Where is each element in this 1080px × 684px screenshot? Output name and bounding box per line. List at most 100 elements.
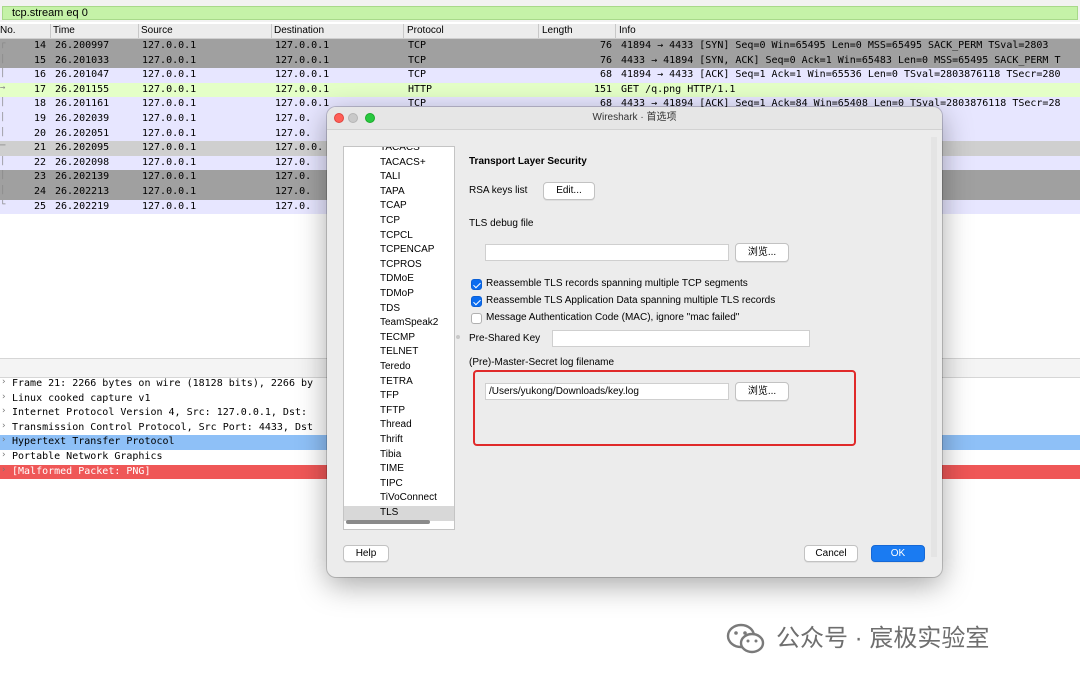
pre-shared-key-input[interactable]: [552, 330, 810, 347]
protocol-item[interactable]: TFTP: [344, 404, 454, 419]
protocol-item-label: TACACS+: [380, 156, 426, 168]
detail-text: Portable Network Graphics: [12, 451, 163, 462]
protocol-item-label: TCAP: [380, 200, 407, 212]
protocol-item[interactable]: TIME: [344, 462, 454, 477]
protocol-item-label: TDMoP: [380, 288, 414, 299]
protocol-item[interactable]: TiVoConnect: [344, 491, 454, 506]
expand-arrow-icon[interactable]: ›: [1, 435, 6, 445]
packet-row[interactable]: ┌ 14 26.200997 127.0.0.1 127.0.0.1 TCP 76 41894…: [0, 39, 1080, 54]
protocol-item[interactable]: Tibia: [344, 448, 454, 463]
column-time[interactable]: Time: [53, 25, 75, 36]
packet-time: 26.202098: [55, 156, 110, 168]
protocol-item-label: Thrift: [380, 434, 403, 445]
packet-source: 127.0.0.1: [142, 186, 197, 197]
expand-arrow-icon[interactable]: ›: [1, 421, 6, 431]
expand-arrow-icon[interactable]: ›: [1, 392, 6, 402]
packet-time: 26.201033: [55, 54, 110, 66]
watermark-text: 公众号 · 宸极实验室: [776, 625, 990, 652]
rsa-keys-edit-button[interactable]: Edit...: [543, 182, 595, 200]
protocol-item[interactable]: TeamSpeak2: [344, 316, 454, 331]
packet-info: 4433 → 41894 [SYN, ACK] Seq=0 Ack=1 Win=…: [621, 54, 1061, 66]
cancel-button[interactable]: Cancel: [804, 545, 858, 562]
tls-debug-browse-button[interactable]: 浏览...: [735, 243, 789, 262]
packet-protocol: TCP: [408, 54, 427, 66]
column-source[interactable]: Source: [141, 25, 173, 36]
packet-time: 26.202219: [55, 200, 110, 212]
packet-destination: 127.0.: [275, 127, 312, 139]
packet-destination: 127.0.0.1: [275, 54, 330, 66]
packet-source: 127.0.0.1: [142, 69, 197, 81]
protocol-item[interactable]: TCPCL: [344, 229, 454, 244]
protocol-item[interactable]: Thrift: [344, 433, 454, 448]
packet-protocol: TCP: [408, 40, 427, 51]
protocol-item[interactable]: TDMoE: [344, 272, 454, 287]
protocol-item[interactable]: TLS: [344, 506, 454, 521]
column-length[interactable]: Length: [542, 25, 573, 36]
protocol-item[interactable]: TACACS+: [344, 156, 454, 171]
protocol-item[interactable]: TCAP: [344, 199, 454, 214]
tls-debug-file-input[interactable]: [485, 244, 729, 261]
protocol-item-label: TDMoE: [380, 273, 414, 285]
packet-row[interactable]: │ 16 26.201047 127.0.0.1 127.0.0.1 TCP 68 41894…: [0, 68, 1080, 83]
protocol-tree[interactable]: TACACS TACACS+ TALI TAPA TCAP TCP TCPCL TCPENCA…: [343, 146, 455, 530]
protocol-item[interactable]: Thread: [344, 418, 454, 433]
protocol-item[interactable]: TDMoP: [344, 287, 454, 302]
protocol-item[interactable]: Teredo: [344, 360, 454, 375]
protocol-item[interactable]: TAPA: [344, 185, 454, 200]
packet-no: 18: [33, 98, 46, 110]
master-secret-label: (Pre)-Master-Secret log filename: [469, 357, 615, 368]
detail-text: Linux cooked capture v1: [12, 392, 151, 404]
protocol-item[interactable]: TDS: [344, 302, 454, 317]
reassemble-app-data-checkbox[interactable]: [471, 296, 482, 307]
packet-destination: 127.0.0.1: [275, 83, 330, 95]
reassemble-tcp-checkbox[interactable]: [471, 279, 482, 290]
column-destination[interactable]: Destination: [274, 25, 324, 36]
protocol-item[interactable]: TETRA: [344, 375, 454, 390]
panel-scrollbar[interactable]: [931, 137, 937, 557]
packet-source: 127.0.0.1: [142, 127, 197, 139]
expand-arrow-icon[interactable]: ›: [1, 450, 6, 460]
packet-destination: 127.0.: [275, 171, 312, 183]
protocol-item-label: TLS: [380, 507, 399, 518]
packet-source: 127.0.0.1: [142, 171, 197, 183]
ok-button[interactable]: OK: [871, 545, 925, 562]
protocol-tree-hscrollbar[interactable]: [346, 520, 430, 524]
packet-time: 26.202095: [55, 142, 110, 154]
packet-destination: 127.0.: [275, 200, 312, 212]
expand-arrow-icon[interactable]: ›: [1, 377, 6, 387]
packet-row[interactable]: → 17 26.201155 127.0.0.1 127.0.0.1 HTTP 151 GET…: [0, 82, 1080, 98]
packet-info: 41894 → 4433 [SYN] Seq=0 Win=65495 Len=0…: [621, 40, 1049, 51]
packet-info: 41894 → 4433 [ACK] Seq=1 Ack=1 Win=65536…: [621, 69, 1061, 81]
help-button[interactable]: Help: [343, 545, 389, 562]
packet-row[interactable]: │ 15 26.201033 127.0.0.1 127.0.0.1 TCP 76 4433 …: [0, 53, 1080, 69]
packet-destination: 127.0.0.1: [275, 40, 330, 51]
packet-length: 76: [599, 54, 612, 66]
column-protocol[interactable]: Protocol: [407, 25, 444, 36]
protocol-item[interactable]: TCPROS: [344, 258, 454, 273]
packet-no: 21: [33, 142, 46, 154]
packet-time: 26.202039: [55, 113, 110, 124]
protocol-item[interactable]: TFP: [344, 389, 454, 404]
protocol-item[interactable]: TECMP: [344, 331, 454, 346]
display-filter-input[interactable]: tcp.stream eq 0: [2, 6, 1078, 20]
column-no[interactable]: No.: [0, 25, 16, 36]
close-window-icon[interactable]: [334, 113, 344, 123]
expand-arrow-icon[interactable]: ›: [1, 465, 6, 475]
packet-no: 19: [33, 113, 46, 124]
protocol-item[interactable]: TALI: [344, 170, 454, 185]
mac-ignore-checkbox[interactable]: [471, 313, 482, 324]
protocol-item-label: TFP: [380, 390, 399, 402]
expand-arrow-icon[interactable]: ›: [1, 406, 6, 416]
protocol-item[interactable]: TIPC: [344, 477, 454, 492]
mac-ignore-label: Message Authentication Code (MAC), ignor…: [486, 312, 740, 323]
protocol-item[interactable]: TCPENCAP: [344, 243, 454, 258]
protocol-item[interactable]: TELNET: [344, 345, 454, 360]
packet-protocol: HTTP: [408, 83, 433, 95]
protocol-item-label: TIME: [380, 463, 404, 475]
zoom-window-icon[interactable]: [365, 113, 375, 123]
minimize-window-icon[interactable]: [348, 113, 358, 123]
packet-no: 24: [33, 186, 46, 197]
protocol-item[interactable]: TACACS: [344, 147, 454, 156]
column-info[interactable]: Info: [619, 25, 636, 36]
protocol-item[interactable]: TCP: [344, 214, 454, 229]
